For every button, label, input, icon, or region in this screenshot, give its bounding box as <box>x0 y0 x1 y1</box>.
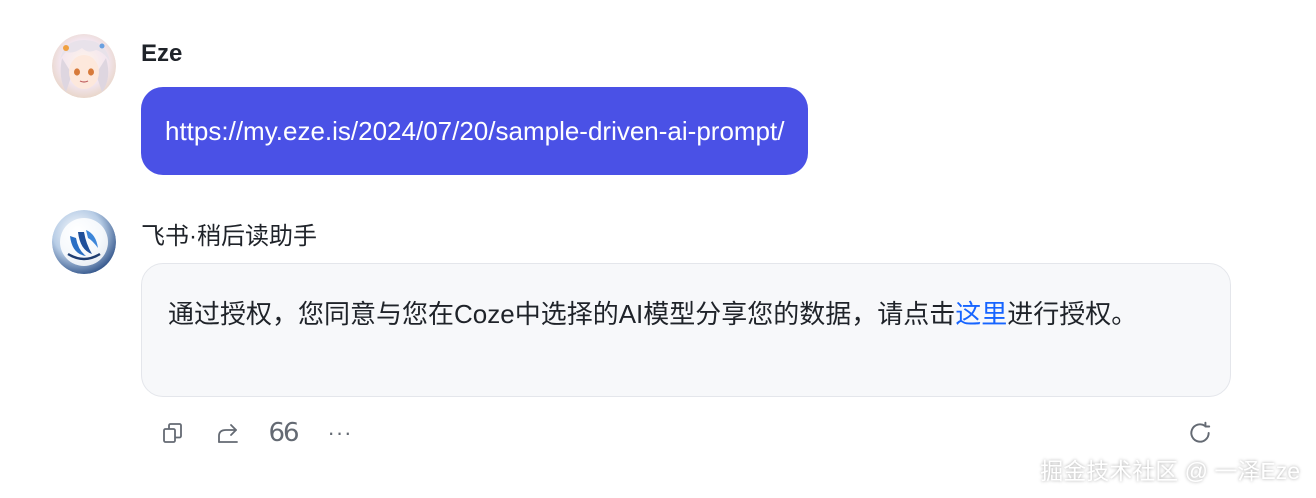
bot-avatar[interactable] <box>52 210 116 274</box>
bot-message-text: 通过授权，您同意与您在Coze中选择的AI模型分享您的数据，请点击这里进行授权。 <box>168 292 1168 336</box>
user-message-text[interactable]: https://my.eze.is/2024/07/20/sample-driv… <box>165 116 784 146</box>
bot-text-after-link: 进行授权。 <box>1007 299 1138 329</box>
bot-message-bubble: 通过授权，您同意与您在Coze中选择的AI模型分享您的数据，请点击这里进行授权。 <box>141 263 1231 397</box>
user-avatar[interactable] <box>52 34 116 98</box>
refresh-icon[interactable] <box>1186 419 1214 447</box>
user-name: Eze <box>141 40 183 67</box>
copy-icon[interactable] <box>158 419 186 447</box>
quote-icon[interactable]: 66 <box>268 418 299 448</box>
bot-text-before-link: 通过授权，您同意与您在Coze中选择的AI模型分享您的数据，请点击 <box>168 299 956 329</box>
user-message-bubble: https://my.eze.is/2024/07/20/sample-driv… <box>141 87 809 175</box>
bot-name: 飞书·稍后读助手 <box>141 223 317 250</box>
watermark: 掘金技术社区 @ 一泽Eze <box>1040 458 1300 484</box>
more-icon[interactable]: ··· <box>326 419 354 447</box>
authorize-link[interactable]: 这里 <box>955 299 1007 329</box>
chat-page: Eze https://my.eze.is/2024/07/20/sample-… <box>0 0 1316 498</box>
share-icon[interactable] <box>214 419 242 447</box>
